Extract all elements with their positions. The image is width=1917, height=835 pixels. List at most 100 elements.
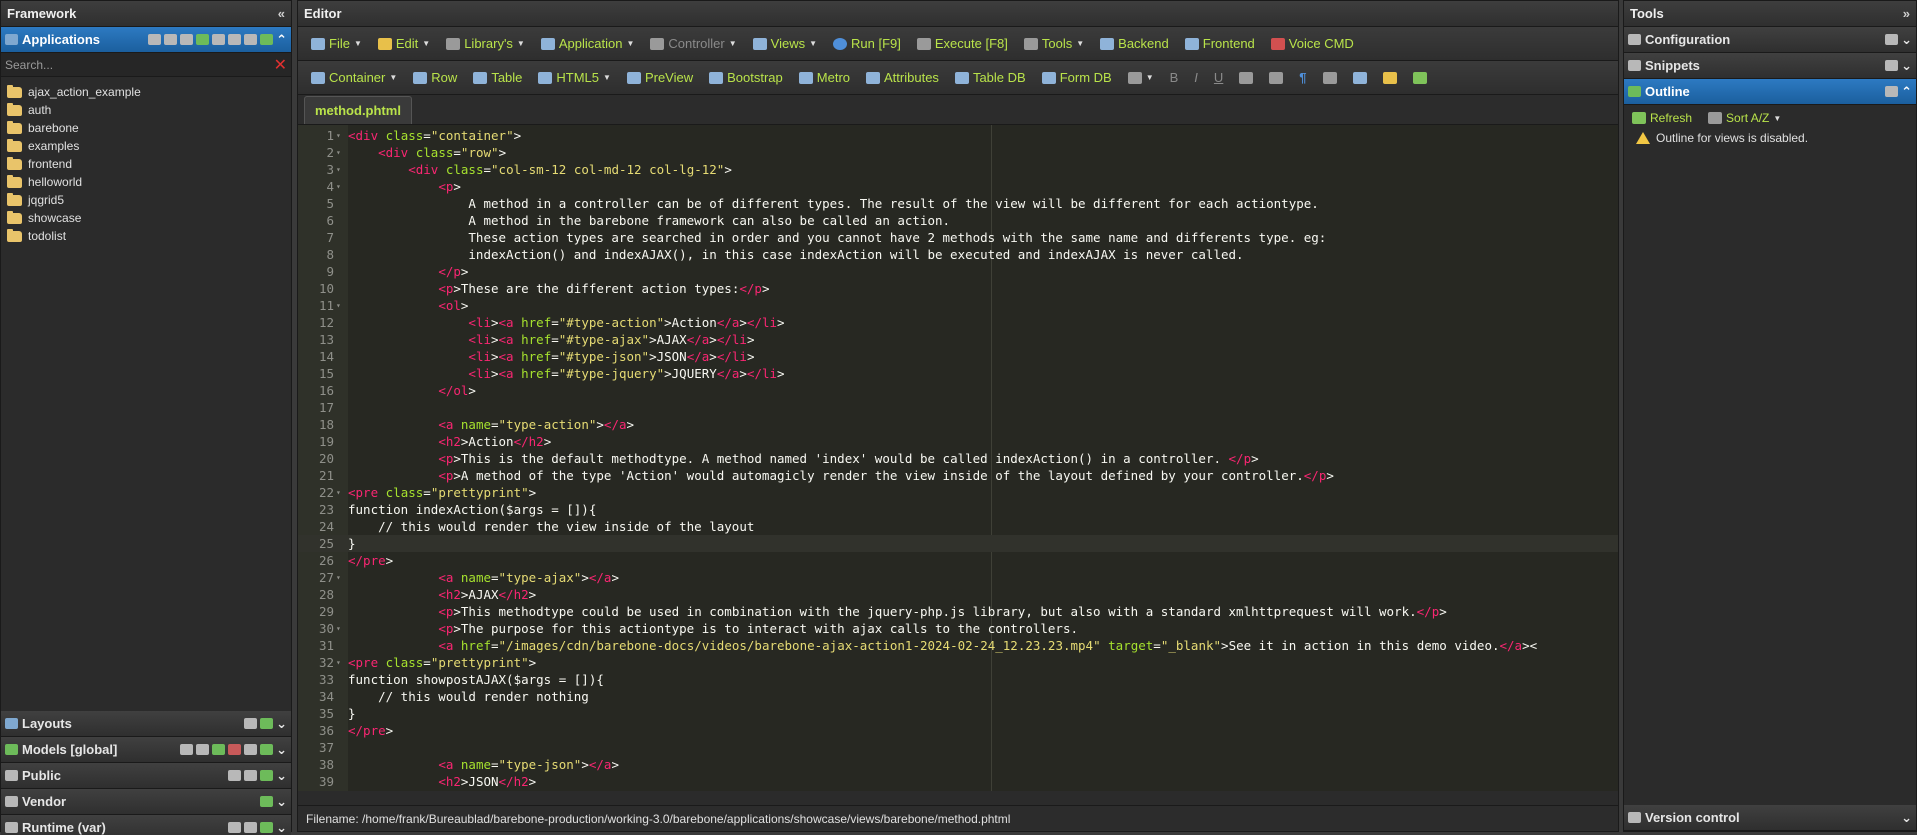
fold-toggle-icon[interactable]: ▾ (336, 569, 348, 586)
container-menu[interactable]: Container ▼ (304, 66, 404, 89)
add-icon[interactable] (180, 744, 194, 755)
snippets-header[interactable]: Snippets ⌄ (1624, 53, 1916, 79)
document-button[interactable] (1346, 68, 1374, 88)
refresh-icon[interactable] (260, 770, 274, 781)
underline-button[interactable]: U (1207, 66, 1230, 89)
outline-header[interactable]: Outline ⌃ (1624, 79, 1916, 105)
chevron-down-icon[interactable]: ⌄ (276, 742, 287, 758)
cars-icon[interactable] (164, 34, 178, 45)
fold-toggle-icon[interactable]: ▾ (336, 144, 348, 161)
code-editor[interactable]: 1 ▾ <div class="container"> 2 ▾ <div class="… (298, 125, 1618, 791)
fold-toggle-icon[interactable]: ▾ (336, 161, 348, 178)
refresh-icon[interactable] (260, 34, 274, 45)
tree-item[interactable]: auth (5, 101, 291, 119)
tools-menu[interactable]: Tools ▼ (1017, 32, 1091, 55)
database-icon[interactable] (228, 744, 242, 755)
libraries-menu[interactable]: Library's ▼ (439, 32, 532, 55)
wrench-button[interactable] (1376, 68, 1404, 88)
italic-button[interactable]: I (1187, 66, 1205, 89)
section-vendor[interactable]: Vendor ⌄ (1, 789, 291, 815)
folder-icon[interactable] (244, 822, 258, 833)
add-icon[interactable] (228, 770, 242, 781)
plugin-icon[interactable] (196, 34, 210, 45)
add-icon[interactable] (228, 822, 242, 833)
tab-method-phtml[interactable]: method.phtml (304, 96, 412, 124)
collapse-up-icon[interactable]: ⌃ (276, 32, 287, 48)
table-db-button[interactable]: Table DB (948, 66, 1033, 89)
fold-toggle-icon[interactable]: ▾ (336, 654, 348, 671)
document-icon[interactable] (1885, 34, 1899, 45)
tree-item[interactable]: barebone (5, 119, 291, 137)
document-icon[interactable] (1885, 60, 1899, 71)
bootstrap-button[interactable]: Bootstrap (702, 66, 790, 89)
gear-icon[interactable] (244, 744, 258, 755)
version-control-header[interactable]: Version control ⌄ (1624, 805, 1916, 831)
search-input[interactable] (5, 57, 274, 72)
backend-button[interactable]: Backend (1093, 32, 1176, 55)
application-menu[interactable]: Application ▼ (534, 32, 642, 55)
section-runtime[interactable]: Runtime (var) ⌄ (1, 815, 291, 835)
add-icon[interactable] (244, 718, 258, 729)
new-app-icon[interactable] (148, 34, 162, 45)
tree-item[interactable]: helloworld (5, 173, 291, 191)
views-menu[interactable]: Views ▼ (746, 32, 824, 55)
sort-menu[interactable]: Sort A/Z ▼ (1708, 109, 1781, 127)
chevron-down-icon[interactable]: ⌄ (1901, 32, 1912, 48)
html5-menu[interactable]: HTML5 ▼ (531, 66, 618, 89)
fold-toggle-icon[interactable]: ▾ (336, 620, 348, 637)
broom-button[interactable] (1406, 68, 1434, 88)
cart-icon[interactable] (244, 34, 258, 45)
fold-toggle-icon[interactable]: ▾ (336, 484, 348, 501)
edit-menu[interactable]: Edit ▼ (371, 32, 437, 55)
folder-icon[interactable] (244, 770, 258, 781)
refresh-icon[interactable] (260, 796, 274, 807)
tree-item[interactable]: jqgrid5 (5, 191, 291, 209)
tree-item[interactable]: todolist (5, 227, 291, 245)
section-public[interactable]: Public ⌄ (1, 763, 291, 789)
fold-toggle-icon[interactable]: ▾ (336, 127, 348, 144)
table-button[interactable]: Table (466, 66, 529, 89)
chevron-down-icon[interactable]: ⌄ (276, 716, 287, 732)
settings-icon[interactable] (1885, 86, 1899, 97)
voice-cmd-button[interactable]: Voice CMD (1264, 32, 1361, 55)
section-layouts[interactable]: Layouts ⌄ (1, 711, 291, 737)
folder-open-icon[interactable] (212, 34, 226, 45)
chevron-down-icon[interactable]: ⌄ (276, 768, 287, 784)
tree-item[interactable]: frontend (5, 155, 291, 173)
fold-toggle-icon[interactable]: ▾ (336, 297, 348, 314)
refresh-icon[interactable] (260, 718, 274, 729)
file-menu[interactable]: File ▼ (304, 32, 369, 55)
tree-item[interactable]: examples (5, 137, 291, 155)
form-db-button[interactable]: Form DB (1035, 66, 1119, 89)
list-ordered-button[interactable] (1232, 68, 1260, 88)
section-models[interactable]: Models [global] ⌄ (1, 737, 291, 763)
execute-button[interactable]: Execute [F8] (910, 32, 1015, 55)
run-button[interactable]: Run [F9] (826, 32, 908, 55)
chevron-down-icon[interactable]: ⌄ (276, 794, 287, 810)
collapse-up-icon[interactable]: ⌃ (1901, 84, 1912, 100)
metro-button[interactable]: Metro (792, 66, 857, 89)
list-unordered-button[interactable] (1262, 68, 1290, 88)
refresh-button[interactable]: Refresh (1632, 109, 1692, 127)
columns-menu[interactable]: ▼ (1121, 68, 1161, 88)
refresh-icon[interactable] (260, 822, 274, 833)
tree-item[interactable]: showcase (5, 209, 291, 227)
tree-item[interactable]: ajax_action_example (5, 83, 291, 101)
plugin-icon[interactable] (212, 744, 226, 755)
attributes-button[interactable]: Attributes (859, 66, 946, 89)
refresh-icon[interactable] (260, 744, 274, 755)
bold-button[interactable]: B (1163, 66, 1186, 89)
applications-header[interactable]: Applications ⌃ (1, 27, 291, 53)
chevron-down-icon[interactable]: ⌄ (276, 820, 287, 835)
fold-toggle-icon[interactable]: ▾ (336, 178, 348, 195)
configuration-header[interactable]: Configuration ⌄ (1624, 27, 1916, 53)
collapse-left-icon[interactable]: « (278, 6, 285, 21)
chevron-down-icon[interactable]: ⌄ (1901, 810, 1912, 826)
palette-button[interactable] (1316, 68, 1344, 88)
clear-search-icon[interactable]: ✕ (274, 55, 287, 75)
database-icon[interactable] (180, 34, 194, 45)
chevron-down-icon[interactable]: ⌄ (1901, 58, 1912, 74)
preview-button[interactable]: PreView (620, 66, 700, 89)
controller-menu[interactable]: Controller ▼ (643, 32, 743, 55)
folder-icon[interactable] (196, 744, 210, 755)
